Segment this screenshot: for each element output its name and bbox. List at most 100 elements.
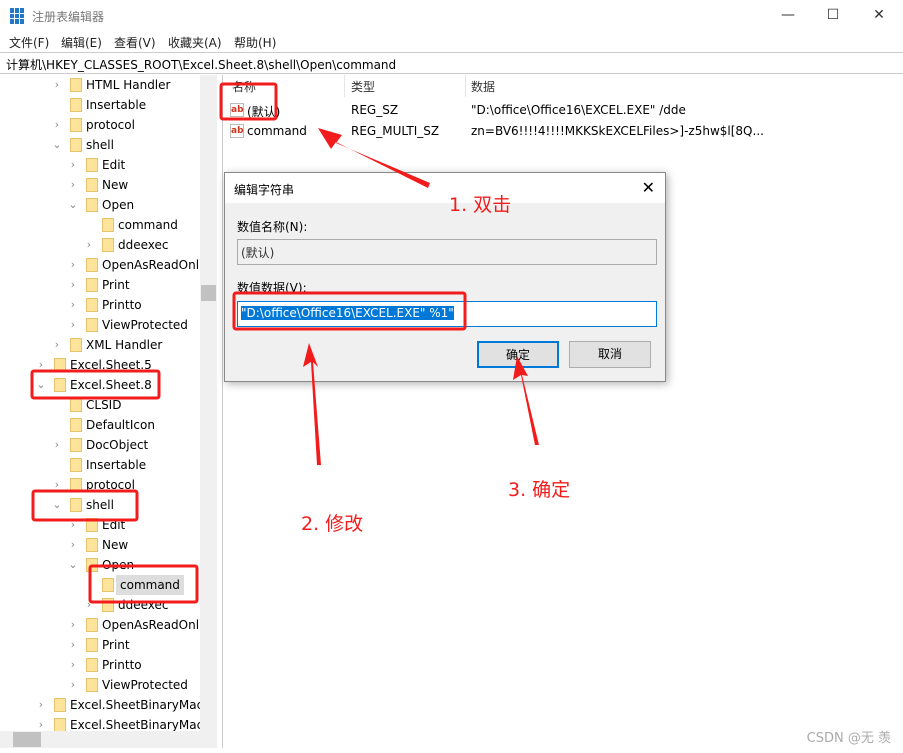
chevron-down-icon[interactable]: ⌄ (67, 195, 79, 215)
tree-horizontal-scrollbar[interactable] (0, 731, 217, 748)
tree-item-label: HTML Handler (86, 78, 171, 92)
tree-vertical-scrollbar[interactable] (200, 75, 217, 735)
value-name: command (247, 124, 307, 138)
column-header-type[interactable]: 类型 (351, 78, 375, 95)
tree-item[interactable]: › ViewProtected (0, 315, 200, 335)
tree-item[interactable]: › Print (0, 275, 200, 295)
chevron-right-icon[interactable]: › (67, 535, 79, 555)
tree-item[interactable]: › Excel.SheetBinaryMacı (0, 695, 207, 715)
annotation-step3: 3. 确定 (508, 479, 571, 501)
tree-item[interactable]: ⌄ Open (0, 555, 200, 575)
folder-icon (86, 518, 98, 532)
chevron-down-icon[interactable]: ⌄ (35, 375, 47, 395)
tree-item[interactable]: › Edit (0, 155, 200, 175)
tree-item[interactable]: command (0, 575, 200, 595)
chevron-right-icon[interactable]: › (67, 675, 79, 695)
folder-icon (70, 478, 82, 492)
chevron-right-icon[interactable]: › (67, 515, 79, 535)
value-data-input[interactable]: "D:\office\Office16\EXCEL.EXE" %1" (237, 301, 657, 327)
chevron-right-icon[interactable]: › (67, 155, 79, 175)
menu-view[interactable]: 查看(V) (114, 34, 156, 51)
address-bar[interactable]: 计算机\HKEY_CLASSES_ROOT\Excel.Sheet.8\shel… (0, 52, 903, 74)
folder-icon (86, 638, 98, 652)
dialog-close-icon[interactable]: ✕ (642, 178, 655, 197)
tree-item[interactable]: › DocObject (0, 435, 200, 455)
column-divider[interactable] (465, 75, 466, 97)
tree-item[interactable]: › HTML Handler (0, 75, 200, 95)
tree-item[interactable]: › New (0, 535, 200, 555)
chevron-right-icon[interactable]: › (67, 615, 79, 635)
menu-edit[interactable]: 编辑(E) (61, 34, 102, 51)
scroll-thumb[interactable] (201, 285, 216, 301)
tree-item[interactable]: Insertable (0, 95, 200, 115)
chevron-right-icon[interactable]: › (35, 695, 47, 715)
chevron-right-icon[interactable]: › (51, 115, 63, 135)
window-title: 注册表编辑器 (32, 10, 105, 24)
tree-item-label: Excel.SheetBinaryMacı (70, 698, 207, 712)
tree-item[interactable]: ⌄ shell (0, 135, 200, 155)
chevron-right-icon[interactable]: › (51, 75, 63, 95)
tree-item[interactable]: › XML Handler (0, 335, 200, 355)
chevron-down-icon[interactable]: ⌄ (67, 555, 79, 575)
menu-help[interactable]: 帮助(H) (234, 34, 276, 51)
chevron-right-icon[interactable]: › (51, 335, 63, 355)
chevron-right-icon[interactable]: › (67, 255, 79, 275)
tree-item[interactable]: › Print (0, 635, 200, 655)
column-header-name[interactable]: 名称 (232, 78, 256, 95)
tree-item[interactable]: ⌄ shell (0, 495, 200, 515)
chevron-right-icon[interactable]: › (83, 595, 95, 615)
tree-item-label: protocol (86, 118, 135, 132)
column-divider[interactable] (344, 75, 345, 97)
chevron-right-icon[interactable]: › (67, 635, 79, 655)
tree-item[interactable]: › Edit (0, 515, 200, 535)
tree-item-label: New (102, 178, 129, 192)
tree-item-label: New (102, 538, 129, 552)
chevron-right-icon[interactable]: › (67, 655, 79, 675)
cancel-button[interactable]: 取消 (569, 341, 651, 368)
tree-item[interactable]: › protocol (0, 115, 200, 135)
folder-icon (70, 438, 82, 452)
tree-item-label: command (116, 575, 184, 595)
menu-file[interactable]: 文件(F) (9, 34, 49, 51)
chevron-right-icon[interactable]: › (67, 315, 79, 335)
chevron-right-icon[interactable]: › (35, 355, 47, 375)
tree-item[interactable]: › ddeexec (0, 235, 200, 255)
folder-icon (54, 698, 66, 712)
chevron-down-icon[interactable]: ⌄ (51, 135, 63, 155)
tree-item[interactable]: › Printto (0, 295, 200, 315)
chevron-right-icon[interactable]: › (67, 175, 79, 195)
tree-item[interactable]: › Printto (0, 655, 200, 675)
folder-icon (102, 238, 114, 252)
tree-item[interactable]: › New (0, 175, 200, 195)
tree-item[interactable]: › ViewProtected (0, 675, 200, 695)
scroll-thumb[interactable] (13, 732, 41, 747)
chevron-right-icon[interactable]: › (83, 235, 95, 255)
tree-item[interactable]: ⌄ Open (0, 195, 200, 215)
tree-item-label: Open (102, 558, 135, 572)
folder-icon (86, 538, 98, 552)
tree-item[interactable]: ⌄ Excel.Sheet.8 (0, 375, 200, 395)
close-button[interactable]: ✕ (856, 0, 902, 30)
column-header-data[interactable]: 数据 (471, 78, 495, 95)
ok-button[interactable]: 确定 (477, 341, 559, 368)
chevron-down-icon[interactable]: ⌄ (51, 495, 63, 515)
menu-favorites[interactable]: 收藏夹(A) (168, 34, 222, 51)
tree-item[interactable]: › OpenAsReadOnl (0, 255, 200, 275)
maximize-button[interactable]: ☐ (810, 0, 856, 30)
tree-item[interactable]: command (0, 215, 200, 235)
tree-item[interactable]: CLSID (0, 395, 200, 415)
title-bar: 注册表编辑器 — ☐ ✕ (0, 0, 903, 32)
tree-item[interactable]: DefaultIcon (0, 415, 200, 435)
tree-item[interactable]: › Excel.Sheet.5 (0, 355, 200, 375)
folder-icon (102, 598, 114, 612)
chevron-right-icon[interactable]: › (67, 295, 79, 315)
tree-item[interactable]: Insertable (0, 455, 200, 475)
annotation-step2: 2. 修改 (301, 513, 364, 535)
chevron-right-icon[interactable]: › (51, 435, 63, 455)
tree-item[interactable]: › ddeexec (0, 595, 200, 615)
minimize-button[interactable]: — (765, 0, 811, 30)
tree-item[interactable]: › OpenAsReadOnl (0, 615, 200, 635)
chevron-right-icon[interactable]: › (67, 275, 79, 295)
tree-item[interactable]: › protocol (0, 475, 200, 495)
chevron-right-icon[interactable]: › (51, 475, 63, 495)
